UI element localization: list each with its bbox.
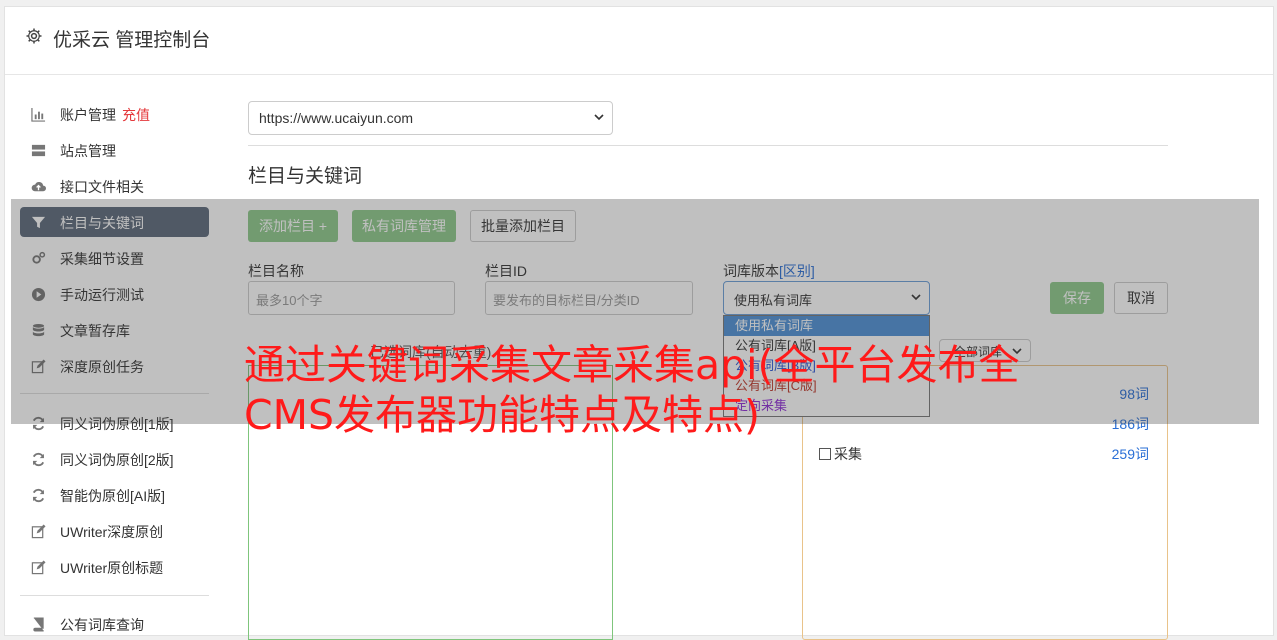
sidebar-item-label: 智能伪原创[AI版]: [60, 488, 166, 504]
app-title: 优采云 管理控制台: [53, 30, 211, 51]
edit-icon: [31, 524, 46, 539]
sidebar-item-label: 同义词伪原创[2版]: [60, 452, 174, 468]
sidebar-item-synonym-v2[interactable]: 同义词伪原创[2版]: [20, 444, 209, 474]
site-select-value: https://www.ucaiyun.com: [259, 110, 414, 126]
sidebar-item-label: UWriter原创标题: [60, 560, 164, 576]
recharge-link[interactable]: 充值: [122, 107, 150, 123]
refresh-icon: [32, 452, 45, 467]
sidebar-item-label: 账户管理: [60, 107, 116, 123]
section-title: 栏目与关键词: [248, 166, 363, 187]
bar-chart-icon: [31, 107, 46, 122]
gear-icon: [26, 28, 42, 44]
sidebar-item-label: 站点管理: [60, 143, 116, 159]
refresh-icon: [32, 488, 45, 503]
server-icon: [31, 144, 46, 157]
divider: [248, 145, 1168, 146]
sidebar-item-public-lib[interactable]: 公有词库查询: [20, 609, 209, 639]
sidebar-item-ai-original[interactable]: 智能伪原创[AI版]: [20, 480, 209, 510]
sidebar-item-label: UWriter深度原创: [60, 524, 164, 540]
chevron-down-icon: [594, 114, 604, 121]
cloud-upload-icon: [31, 182, 46, 192]
keyword-name: 采集: [834, 446, 862, 462]
sidebar-divider: [20, 595, 209, 596]
sidebar-item-label: 接口文件相关: [60, 179, 144, 195]
sidebar-item-account[interactable]: 账户管理 充值: [20, 99, 209, 129]
overlay-caption: 通过关键词采集文章采集api(全平台发布全CMS发布器功能特点及特点): [244, 341, 1020, 439]
sidebar-item-sites[interactable]: 站点管理: [20, 135, 209, 165]
sidebar-item-label: 公有词库查询: [60, 617, 144, 633]
sidebar-item-uwriter-deep[interactable]: UWriter深度原创: [20, 516, 209, 546]
sidebar-item-uwriter-title[interactable]: UWriter原创标题: [20, 552, 209, 582]
header: 优采云 管理控制台: [5, 7, 1273, 75]
checkbox[interactable]: [819, 448, 831, 460]
keyword-count: 259词: [1111, 446, 1149, 462]
keyword-row[interactable]: 采集 259词: [819, 444, 1167, 464]
sidebar-item-interface[interactable]: 接口文件相关: [20, 171, 209, 201]
book-icon: [33, 617, 44, 632]
edit-icon: [31, 560, 46, 575]
site-select[interactable]: https://www.ucaiyun.com: [248, 101, 613, 135]
